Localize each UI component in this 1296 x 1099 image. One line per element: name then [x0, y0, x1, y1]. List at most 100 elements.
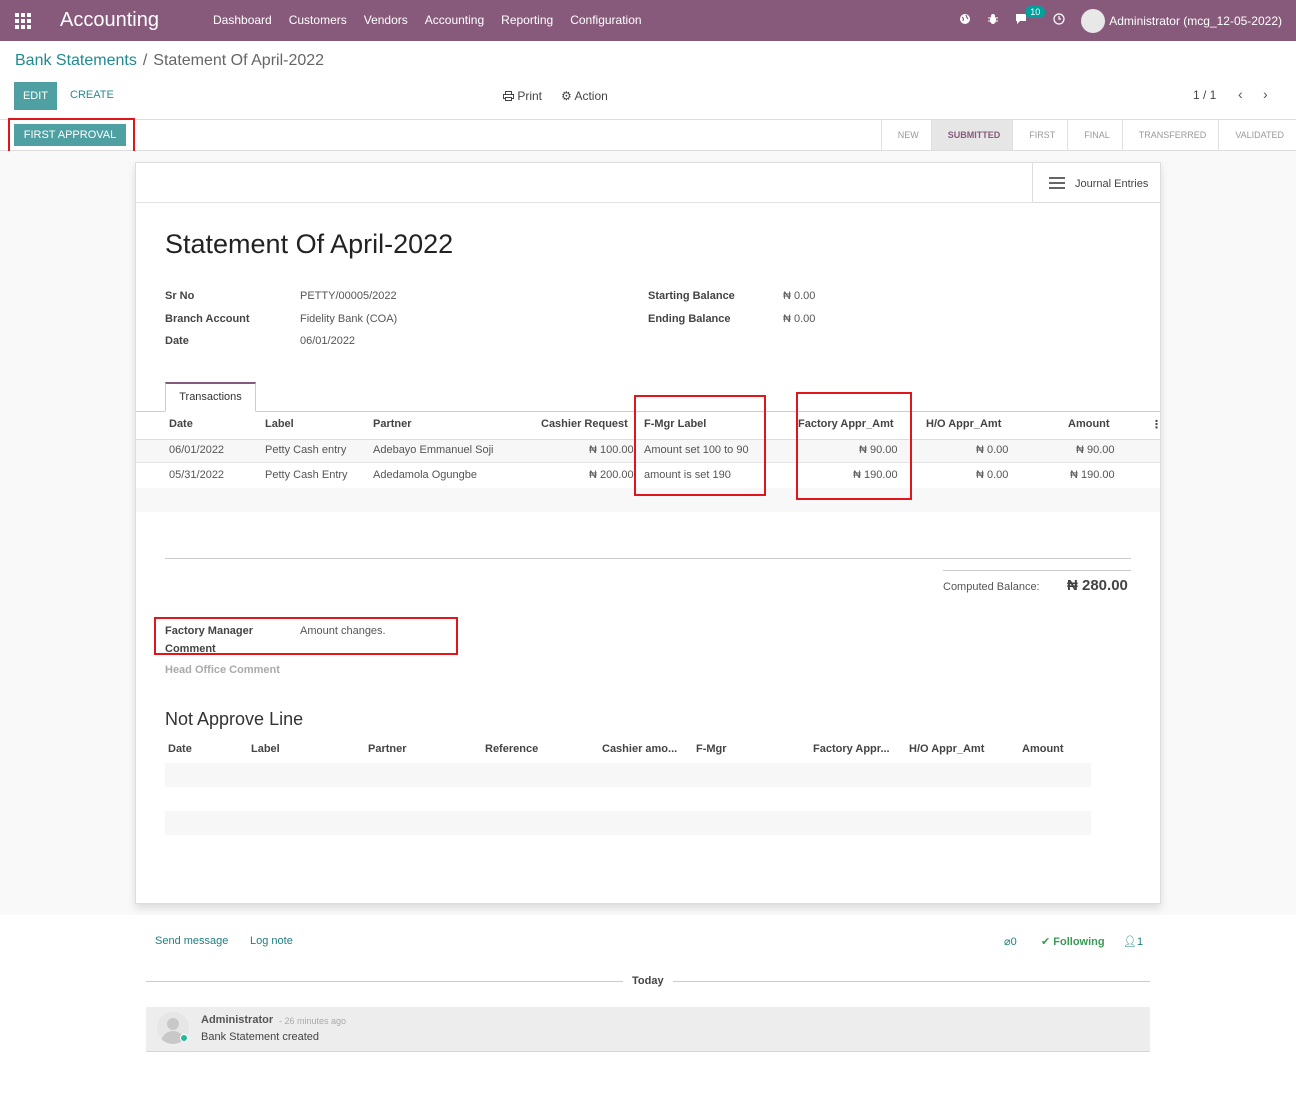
following-label: Following [1053, 936, 1105, 948]
ending-balance-value: ₦ 0.00 [783, 313, 816, 325]
sr-no-label: Sr No [165, 290, 195, 302]
date-label: Date [165, 335, 189, 347]
stage-first[interactable]: FIRST [1012, 120, 1067, 150]
na-col-ho-appr-amt[interactable]: H/O Appr_Amt [909, 743, 984, 755]
edit-button[interactable]: EDIT [14, 82, 57, 110]
top-navbar: Accounting Dashboard Customers Vendors A… [0, 0, 1296, 41]
na-col-cashier-amount[interactable]: Cashier amo... [602, 743, 677, 755]
tab-transactions[interactable]: Transactions [165, 382, 256, 412]
app-title: Accounting [60, 9, 159, 31]
cell-amount: ₦ 90.00 [1076, 444, 1115, 456]
breadcrumb-parent[interactable]: Bank Statements [15, 52, 137, 69]
user-menu[interactable]: Administrator (mcg_12-05-2022) [1109, 14, 1282, 28]
cell-amount: ₦ 190.00 [1070, 469, 1115, 481]
attachments-button[interactable]: ⌀0 [1004, 935, 1017, 948]
branch-account-value[interactable]: Fidelity Bank (COA) [300, 313, 397, 325]
menu-reporting[interactable]: Reporting [501, 13, 553, 27]
col-label[interactable]: Label [265, 418, 294, 430]
stage-submitted[interactable]: SUBMITTED [930, 120, 1013, 150]
today-line-right [673, 981, 1150, 982]
message-body: Bank Statement created [201, 1031, 320, 1043]
col-ho-appr-amt[interactable]: H/O Appr_Amt [926, 418, 1001, 430]
date-value: 06/01/2022 [300, 335, 356, 347]
pager-value[interactable]: 1 / 1 [1193, 88, 1216, 102]
col-amount[interactable]: Amount [1068, 418, 1110, 430]
online-status-icon [180, 1034, 188, 1042]
cell-cashier-request: ₦ 200.00 [589, 469, 634, 481]
na-col-label[interactable]: Label [251, 743, 280, 755]
na-col-factory-appr[interactable]: Factory Appr... [813, 743, 890, 755]
highlight-box-fmgr-label [634, 395, 766, 496]
sr-no-value: PETTY/00005/2022 [300, 290, 397, 302]
menu-dashboard[interactable]: Dashboard [213, 13, 272, 27]
print-icon [503, 91, 514, 101]
breadcrumb-separator: / [142, 52, 148, 69]
globe-icon[interactable] [959, 13, 971, 28]
gear-icon: ⚙ [561, 89, 572, 103]
menu-customers[interactable]: Customers [289, 13, 347, 27]
message-author[interactable]: Administrator [201, 1014, 273, 1026]
col-partner[interactable]: Partner [373, 418, 412, 430]
computed-balance-label: Computed Balance: [943, 581, 1040, 593]
check-icon: ✔ [1041, 936, 1051, 948]
record-title: Statement Of April-2022 [165, 229, 454, 259]
action-label: Action [574, 89, 608, 103]
send-message-button[interactable]: Send message [155, 935, 228, 947]
following-button[interactable]: ✔ Following [1041, 935, 1105, 948]
na-col-fmgr[interactable]: F-Mgr [696, 743, 727, 755]
log-note-button[interactable]: Log note [250, 935, 293, 947]
print-label: Print [517, 89, 543, 103]
chevron-right-icon[interactable]: › [1263, 86, 1268, 102]
not-approve-title: Not Approve Line [165, 709, 304, 729]
computed-balance-value: ₦ 280.00 [1067, 577, 1128, 594]
branch-account-label: Branch Account [165, 313, 250, 325]
na-empty-row [165, 763, 1091, 787]
ending-balance-label: Ending Balance [648, 313, 731, 325]
clock-icon[interactable] [1053, 13, 1065, 28]
stage-new[interactable]: NEW [880, 120, 931, 150]
starting-balance-value: ₦ 0.00 [783, 290, 816, 302]
list-icon [1049, 177, 1065, 189]
action-button[interactable]: ⚙ Action [561, 89, 608, 103]
cell-label: Petty Cash entry [265, 444, 347, 456]
sheet-divider [136, 202, 1160, 203]
today-line-left [146, 981, 623, 982]
starting-balance-label: Starting Balance [648, 290, 735, 302]
head-office-comment-label: Head Office Comment [165, 664, 280, 676]
chevron-left-icon[interactable]: ‹ [1238, 86, 1243, 102]
na-col-date[interactable]: Date [168, 743, 192, 755]
cell-partner: Adebayo Emmanuel Soji [373, 444, 494, 456]
menu-vendors[interactable]: Vendors [364, 13, 408, 27]
user-avatar[interactable] [1081, 8, 1106, 33]
cell-date: 05/31/2022 [169, 469, 225, 481]
chatter-message [146, 1007, 1150, 1052]
cell-date: 06/01/2022 [169, 444, 225, 456]
stage-final[interactable]: FINAL [1067, 120, 1122, 150]
breadcrumb-current: Statement Of April-2022 [153, 52, 325, 69]
apps-menu-icon[interactable] [15, 13, 31, 29]
col-date[interactable]: Date [169, 418, 193, 430]
journal-entries-button[interactable]: Journal Entries [1032, 163, 1160, 203]
print-button[interactable]: Print [503, 89, 542, 103]
na-col-amount[interactable]: Amount [1022, 743, 1064, 755]
cell-cashier-request: ₦ 100.00 [589, 444, 634, 456]
today-separator: Today [632, 975, 664, 987]
na-empty-row [165, 811, 1091, 835]
cell-ho-appr-amt: ₦ 0.00 [976, 469, 1009, 481]
stage-transferred[interactable]: TRANSFERRED [1121, 120, 1219, 150]
chat-icon[interactable]: 10 [1015, 6, 1046, 28]
stage-validated[interactable]: VALIDATED [1218, 120, 1296, 150]
bug-icon[interactable] [987, 13, 999, 28]
cell-ho-appr-amt: ₦ 0.00 [976, 444, 1009, 456]
na-col-partner[interactable]: Partner [368, 743, 407, 755]
systray: 10 Administrator (mcg_12-05-2022) [959, 0, 1296, 41]
breadcrumb: Bank Statements / Statement Of April-2022 [15, 52, 324, 70]
col-cashier-request[interactable]: Cashier Request [541, 418, 628, 430]
followers-button[interactable]: 👤︎1 [1123, 935, 1143, 948]
create-button[interactable]: CREATE [70, 89, 114, 101]
menu-configuration[interactable]: Configuration [570, 13, 641, 27]
menu-accounting[interactable]: Accounting [425, 13, 484, 27]
column-options-icon[interactable]: ⋮ [1151, 418, 1162, 431]
na-col-reference[interactable]: Reference [485, 743, 538, 755]
paperclip-icon: ⌀ [1004, 936, 1011, 948]
